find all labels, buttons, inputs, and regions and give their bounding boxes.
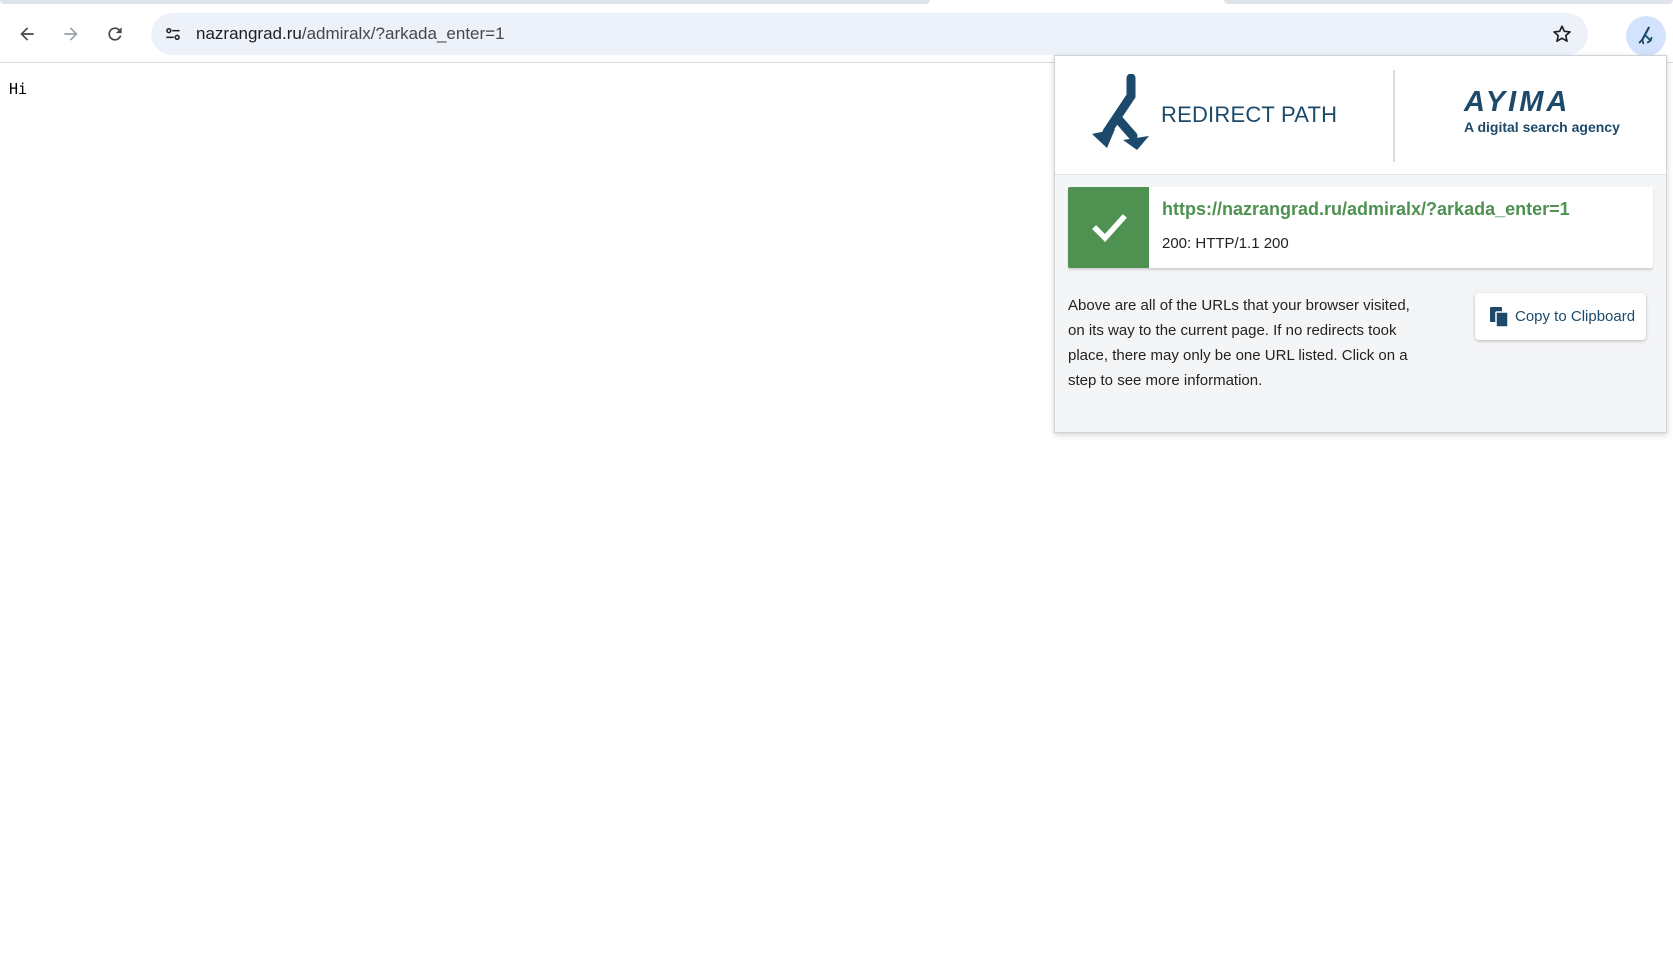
step-status: 200: HTTP/1.1 200 [1162, 235, 1289, 252]
tune-icon [166, 27, 180, 40]
bookmark-button[interactable] [1546, 18, 1578, 50]
forward-arrow-icon [64, 27, 78, 41]
back-arrow-icon [20, 27, 34, 41]
url-host: nazrangrad.ru [196, 24, 302, 43]
url-path: /admiralx/?arkada_enter=1 [301, 24, 505, 43]
redirect-step[interactable]: https://nazrangrad.ru/admiralx/?arkada_e… [1068, 187, 1653, 268]
copy-to-clipboard-button[interactable]: Copy to Clipboard [1475, 293, 1646, 340]
back-button[interactable] [9, 16, 45, 52]
site-info-button[interactable] [157, 18, 189, 50]
reload-button[interactable] [97, 16, 133, 52]
popup-header: REDIRECT PATH AYIMA A digital search age… [1055, 56, 1666, 175]
redirect-path-extension-button[interactable] [1626, 16, 1666, 56]
redirect-path-logo-icon [1092, 74, 1149, 150]
status-ok-box [1068, 187, 1149, 268]
copy-button-label: Copy to Clipboard [1515, 308, 1636, 325]
header-divider [1393, 70, 1395, 162]
step-url[interactable]: https://nazrangrad.ru/admiralx/?arkada_e… [1162, 199, 1570, 220]
redirect-path-popup: REDIRECT PATH AYIMA A digital search age… [1054, 55, 1667, 433]
page-body-text: Hi [9, 80, 28, 98]
star-icon [1553, 25, 1571, 42]
info-text: Above are all of the URLs that your brow… [1068, 297, 1410, 389]
forward-button[interactable] [53, 16, 89, 52]
reload-icon [108, 27, 122, 41]
redirect-path-icon [1638, 26, 1653, 45]
ayima-tagline: A digital search agency [1464, 119, 1620, 135]
checkmark-icon [1091, 213, 1127, 242]
ayima-logo[interactable]: AYIMA [1464, 86, 1570, 119]
address-bar[interactable]: nazrangrad.ru/admiralx/?arkada_enter=1 [151, 13, 1588, 55]
redirect-path-title: REDIRECT PATH [1161, 102, 1338, 127]
clipboard-icon [1490, 306, 1509, 328]
url-text[interactable]: nazrangrad.ru/admiralx/?arkada_enter=1 [196, 13, 505, 55]
